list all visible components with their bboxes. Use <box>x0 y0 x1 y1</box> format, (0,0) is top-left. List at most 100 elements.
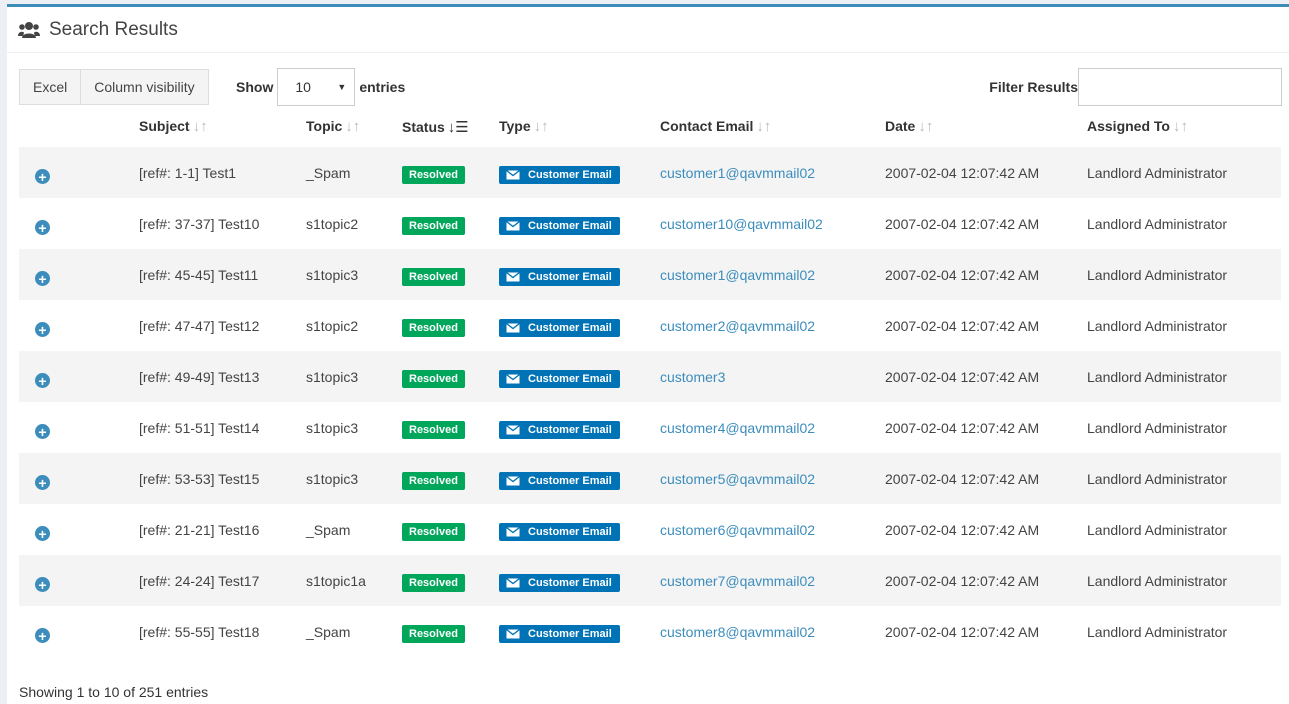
results-table: Subject ↓↑ Topic ↓↑ Status ↓☰ Type ↓↑ Contac… <box>19 106 1281 657</box>
table-row[interactable]: + [ref#: 37-37] Test10 s1topic2 Resolved Cus… <box>19 198 1281 249</box>
type-badge: Customer Email <box>499 420 620 439</box>
contact-email-link[interactable]: customer8@qavmmail02 <box>660 624 815 640</box>
envelope-icon <box>506 475 520 485</box>
table-row[interactable]: + [ref#: 1-1] Test1 _Spam Resolved Customer … <box>19 147 1281 198</box>
expand-plus-icon[interactable]: + <box>35 169 50 184</box>
expand-plus-icon[interactable]: + <box>35 424 50 439</box>
column-header-topic[interactable]: Topic ↓↑ <box>306 106 402 147</box>
status-badge: Resolved <box>402 523 465 541</box>
status-cell: Resolved <box>402 249 499 300</box>
status-badge: Resolved <box>402 217 465 235</box>
subject-cell: [ref#: 1-1] Test1 <box>139 164 237 181</box>
column-header-date[interactable]: Date ↓↑ <box>885 106 1087 147</box>
assigned-to-cell: Landlord Administrator <box>1087 470 1228 487</box>
row-control-cell: + <box>19 249 139 300</box>
topic-cell: s1topic3 <box>306 419 359 436</box>
expand-plus-icon[interactable]: + <box>35 628 50 643</box>
column-header-contact-email[interactable]: Contact Email ↓↑ <box>660 106 885 147</box>
export-button-group: Excel Column visibility <box>19 69 209 105</box>
type-badge: Customer Email <box>499 573 620 592</box>
row-control-cell: + <box>19 555 139 606</box>
type-cell: Customer Email <box>499 504 660 555</box>
column-header-assigned-to[interactable]: Assigned To ↓↑ <box>1087 106 1281 147</box>
contact-email-link[interactable]: customer10@qavmmail02 <box>660 216 823 232</box>
table-row[interactable]: + [ref#: 49-49] Test13 s1topic3 Resolved Cus… <box>19 351 1281 402</box>
table-row[interactable]: + [ref#: 47-47] Test12 s1topic2 Resolved Cus… <box>19 300 1281 351</box>
show-label: Show <box>236 79 274 95</box>
envelope-icon <box>506 577 520 587</box>
contact-email-link[interactable]: customer5@qavmmail02 <box>660 471 815 487</box>
status-badge: Resolved <box>402 421 465 439</box>
table-info: Showing 1 to 10 of 251 entries <box>19 684 209 700</box>
entries-label: entries <box>359 79 406 95</box>
email-cell: customer3 <box>660 351 885 402</box>
subject-cell: [ref#: 55-55] Test18 <box>139 623 260 640</box>
assigned-to-cell: Landlord Administrator <box>1087 521 1228 538</box>
row-control-cell: + <box>19 198 139 249</box>
subject-cell: [ref#: 47-47] Test12 <box>139 317 260 334</box>
sort-icon: ↓↑ <box>1172 118 1188 135</box>
expand-plus-icon[interactable]: + <box>35 373 50 388</box>
table-row[interactable]: + [ref#: 21-21] Test16 _Spam Resolved Custom… <box>19 504 1281 555</box>
filter-input[interactable] <box>1078 68 1282 106</box>
row-control-cell: + <box>19 351 139 402</box>
contact-email-link[interactable]: customer2@qavmmail02 <box>660 318 815 334</box>
filter-control: Filter Results <box>989 68 1282 106</box>
sort-icon: ↓↑ <box>192 118 208 135</box>
column-header-status[interactable]: Status ↓☰ <box>402 106 499 147</box>
email-cell: customer10@qavmmail02 <box>660 198 885 249</box>
table-header-row: Subject ↓↑ Topic ↓↑ Status ↓☰ Type ↓↑ Contac… <box>19 106 1281 147</box>
assigned-to-cell: Landlord Administrator <box>1087 266 1228 283</box>
envelope-icon <box>506 526 520 536</box>
type-badge-label: Customer Email <box>528 321 612 334</box>
assigned-to-cell: Landlord Administrator <box>1087 317 1228 334</box>
contact-email-link[interactable]: customer7@qavmmail02 <box>660 573 815 589</box>
column-header-type[interactable]: Type ↓↑ <box>499 106 660 147</box>
page-length-value: 10 <box>295 79 311 95</box>
status-badge: Resolved <box>402 472 465 490</box>
expand-plus-icon[interactable]: + <box>35 577 50 592</box>
table-row[interactable]: + [ref#: 55-55] Test18 _Spam Resolved Custom… <box>19 606 1281 657</box>
search-results-panel: Search Results Excel Column visibility S… <box>7 4 1289 704</box>
table-row[interactable]: + [ref#: 45-45] Test11 s1topic3 Resolved Cus… <box>19 249 1281 300</box>
page-length-select[interactable]: 10 ▼ <box>277 68 356 106</box>
sort-descending-icon: ↓☰ <box>447 118 469 136</box>
contact-email-link[interactable]: customer6@qavmmail02 <box>660 522 815 538</box>
excel-button[interactable]: Excel <box>19 69 82 105</box>
email-cell: customer7@qavmmail02 <box>660 555 885 606</box>
status-cell: Resolved <box>402 351 499 402</box>
type-cell: Customer Email <box>499 402 660 453</box>
status-badge: Resolved <box>402 625 465 643</box>
page-title: Search Results <box>49 18 178 40</box>
contact-email-link[interactable]: customer1@qavmmail02 <box>660 165 815 181</box>
contact-email-link[interactable]: customer4@qavmmail02 <box>660 420 815 436</box>
envelope-icon <box>506 373 520 383</box>
status-cell: Resolved <box>402 198 499 249</box>
type-badge-label: Customer Email <box>528 525 612 538</box>
type-cell: Customer Email <box>499 453 660 504</box>
table-row[interactable]: + [ref#: 51-51] Test14 s1topic3 Resolved Cus… <box>19 402 1281 453</box>
chevron-down-icon: ▼ <box>337 82 347 92</box>
column-visibility-button[interactable]: Column visibility <box>81 69 209 105</box>
topic-cell: s1topic3 <box>306 266 359 283</box>
expand-plus-icon[interactable]: + <box>35 526 50 541</box>
contact-email-link[interactable]: customer1@qavmmail02 <box>660 267 815 283</box>
column-header-subject[interactable]: Subject ↓↑ <box>139 106 306 147</box>
column-header-label: Subject <box>139 118 190 134</box>
expand-plus-icon[interactable]: + <box>35 271 50 286</box>
topic-cell: s1topic2 <box>306 317 359 334</box>
date-cell: 2007-02-04 12:07:42 AM <box>885 215 1040 232</box>
email-cell: customer8@qavmmail02 <box>660 606 885 657</box>
date-cell: 2007-02-04 12:07:42 AM <box>885 164 1040 181</box>
table-row[interactable]: + [ref#: 53-53] Test15 s1topic3 Resolved Cus… <box>19 453 1281 504</box>
status-cell: Resolved <box>402 300 499 351</box>
table-body: + [ref#: 1-1] Test1 _Spam Resolved Customer … <box>19 147 1281 657</box>
topic-cell: s1topic2 <box>306 215 359 232</box>
expand-plus-icon[interactable]: + <box>35 322 50 337</box>
expand-plus-icon[interactable]: + <box>35 220 50 235</box>
type-badge: Customer Email <box>499 318 620 337</box>
topic-cell: s1topic3 <box>306 368 359 385</box>
contact-email-link[interactable]: customer3 <box>660 369 725 385</box>
table-row[interactable]: + [ref#: 24-24] Test17 s1topic1a Resolved Cu… <box>19 555 1281 606</box>
expand-plus-icon[interactable]: + <box>35 475 50 490</box>
